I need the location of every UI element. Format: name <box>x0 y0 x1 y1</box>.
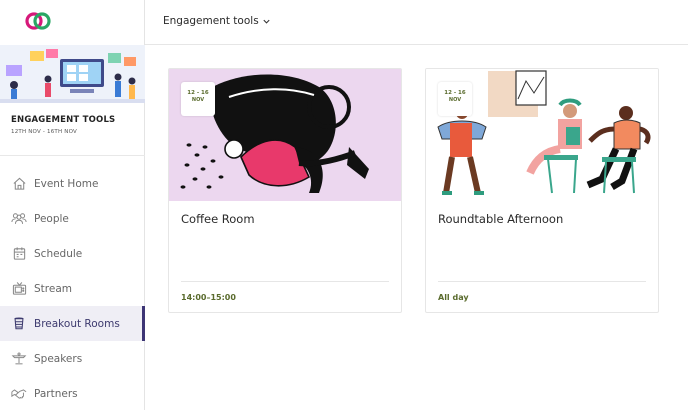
sidebar-item-schedule[interactable]: Schedule <box>0 236 145 271</box>
date-month: NOV <box>191 97 205 103</box>
home-icon <box>11 176 27 192</box>
app-logo-icon[interactable] <box>24 9 52 33</box>
card-title: Roundtable Afternoon <box>438 212 564 226</box>
sidebar-divider <box>0 155 145 156</box>
card-title: Coffee Room <box>181 212 255 226</box>
sidebar-item-label: Partners <box>34 387 78 400</box>
event-banner-image <box>0 45 145 103</box>
card-divider <box>181 281 389 282</box>
schedule-icon <box>11 246 27 262</box>
date-month: NOV <box>448 97 462 103</box>
sidebar-nav: Event Home People Schedule Stream Breako… <box>0 166 145 410</box>
sidebar-item-label: Stream <box>34 282 72 295</box>
sidebar-item-label: People <box>34 212 69 225</box>
card-time: 14:00–15:00 <box>181 293 236 302</box>
stream-icon <box>11 281 27 297</box>
chevron-down-icon <box>263 19 270 24</box>
sidebar-item-people[interactable]: People <box>0 201 145 236</box>
sidebar-item-label: Schedule <box>34 247 83 260</box>
dropdown-label: Engagement tools <box>163 15 259 27</box>
speakers-icon <box>11 351 27 367</box>
card-time: All day <box>438 293 469 302</box>
top-bar: Engagement tools <box>145 0 688 45</box>
sidebar-item-breakout-rooms[interactable]: Breakout Rooms <box>0 306 145 341</box>
breakout-rooms-icon <box>11 316 27 332</box>
sidebar-item-event-home[interactable]: Event Home <box>0 166 145 201</box>
date-range: 12 - 16 <box>187 90 209 96</box>
engagement-tools-dropdown[interactable]: Engagement tools <box>163 15 271 27</box>
sidebar-item-partners[interactable]: Partners <box>0 376 145 410</box>
event-title: ENGAGEMENT TOOLS <box>11 115 116 125</box>
room-card-roundtable-afternoon[interactable]: 12 - 16 NOV Roundtable Afternoon All day <box>425 68 659 313</box>
date-range: 12 - 16 <box>444 90 466 96</box>
date-badge: 12 - 16 NOV <box>438 82 472 116</box>
sidebar-item-speakers[interactable]: Speakers <box>0 341 145 376</box>
partners-icon <box>11 386 27 402</box>
sidebar: ENGAGEMENT TOOLS 12TH NOV - 16TH NOV Eve… <box>0 0 145 410</box>
room-card-coffee-room[interactable]: 12 - 16 NOV Coffee Room 14:00–15:00 <box>168 68 402 313</box>
date-badge: 12 - 16 NOV <box>181 82 215 116</box>
sidebar-item-label: Event Home <box>34 177 99 190</box>
sidebar-item-label: Breakout Rooms <box>34 317 120 330</box>
event-dates: 12TH NOV - 16TH NOV <box>11 129 77 135</box>
card-divider <box>438 281 646 282</box>
sidebar-item-stream[interactable]: Stream <box>0 271 145 306</box>
sidebar-item-label: Speakers <box>34 352 83 365</box>
people-icon <box>11 211 27 227</box>
